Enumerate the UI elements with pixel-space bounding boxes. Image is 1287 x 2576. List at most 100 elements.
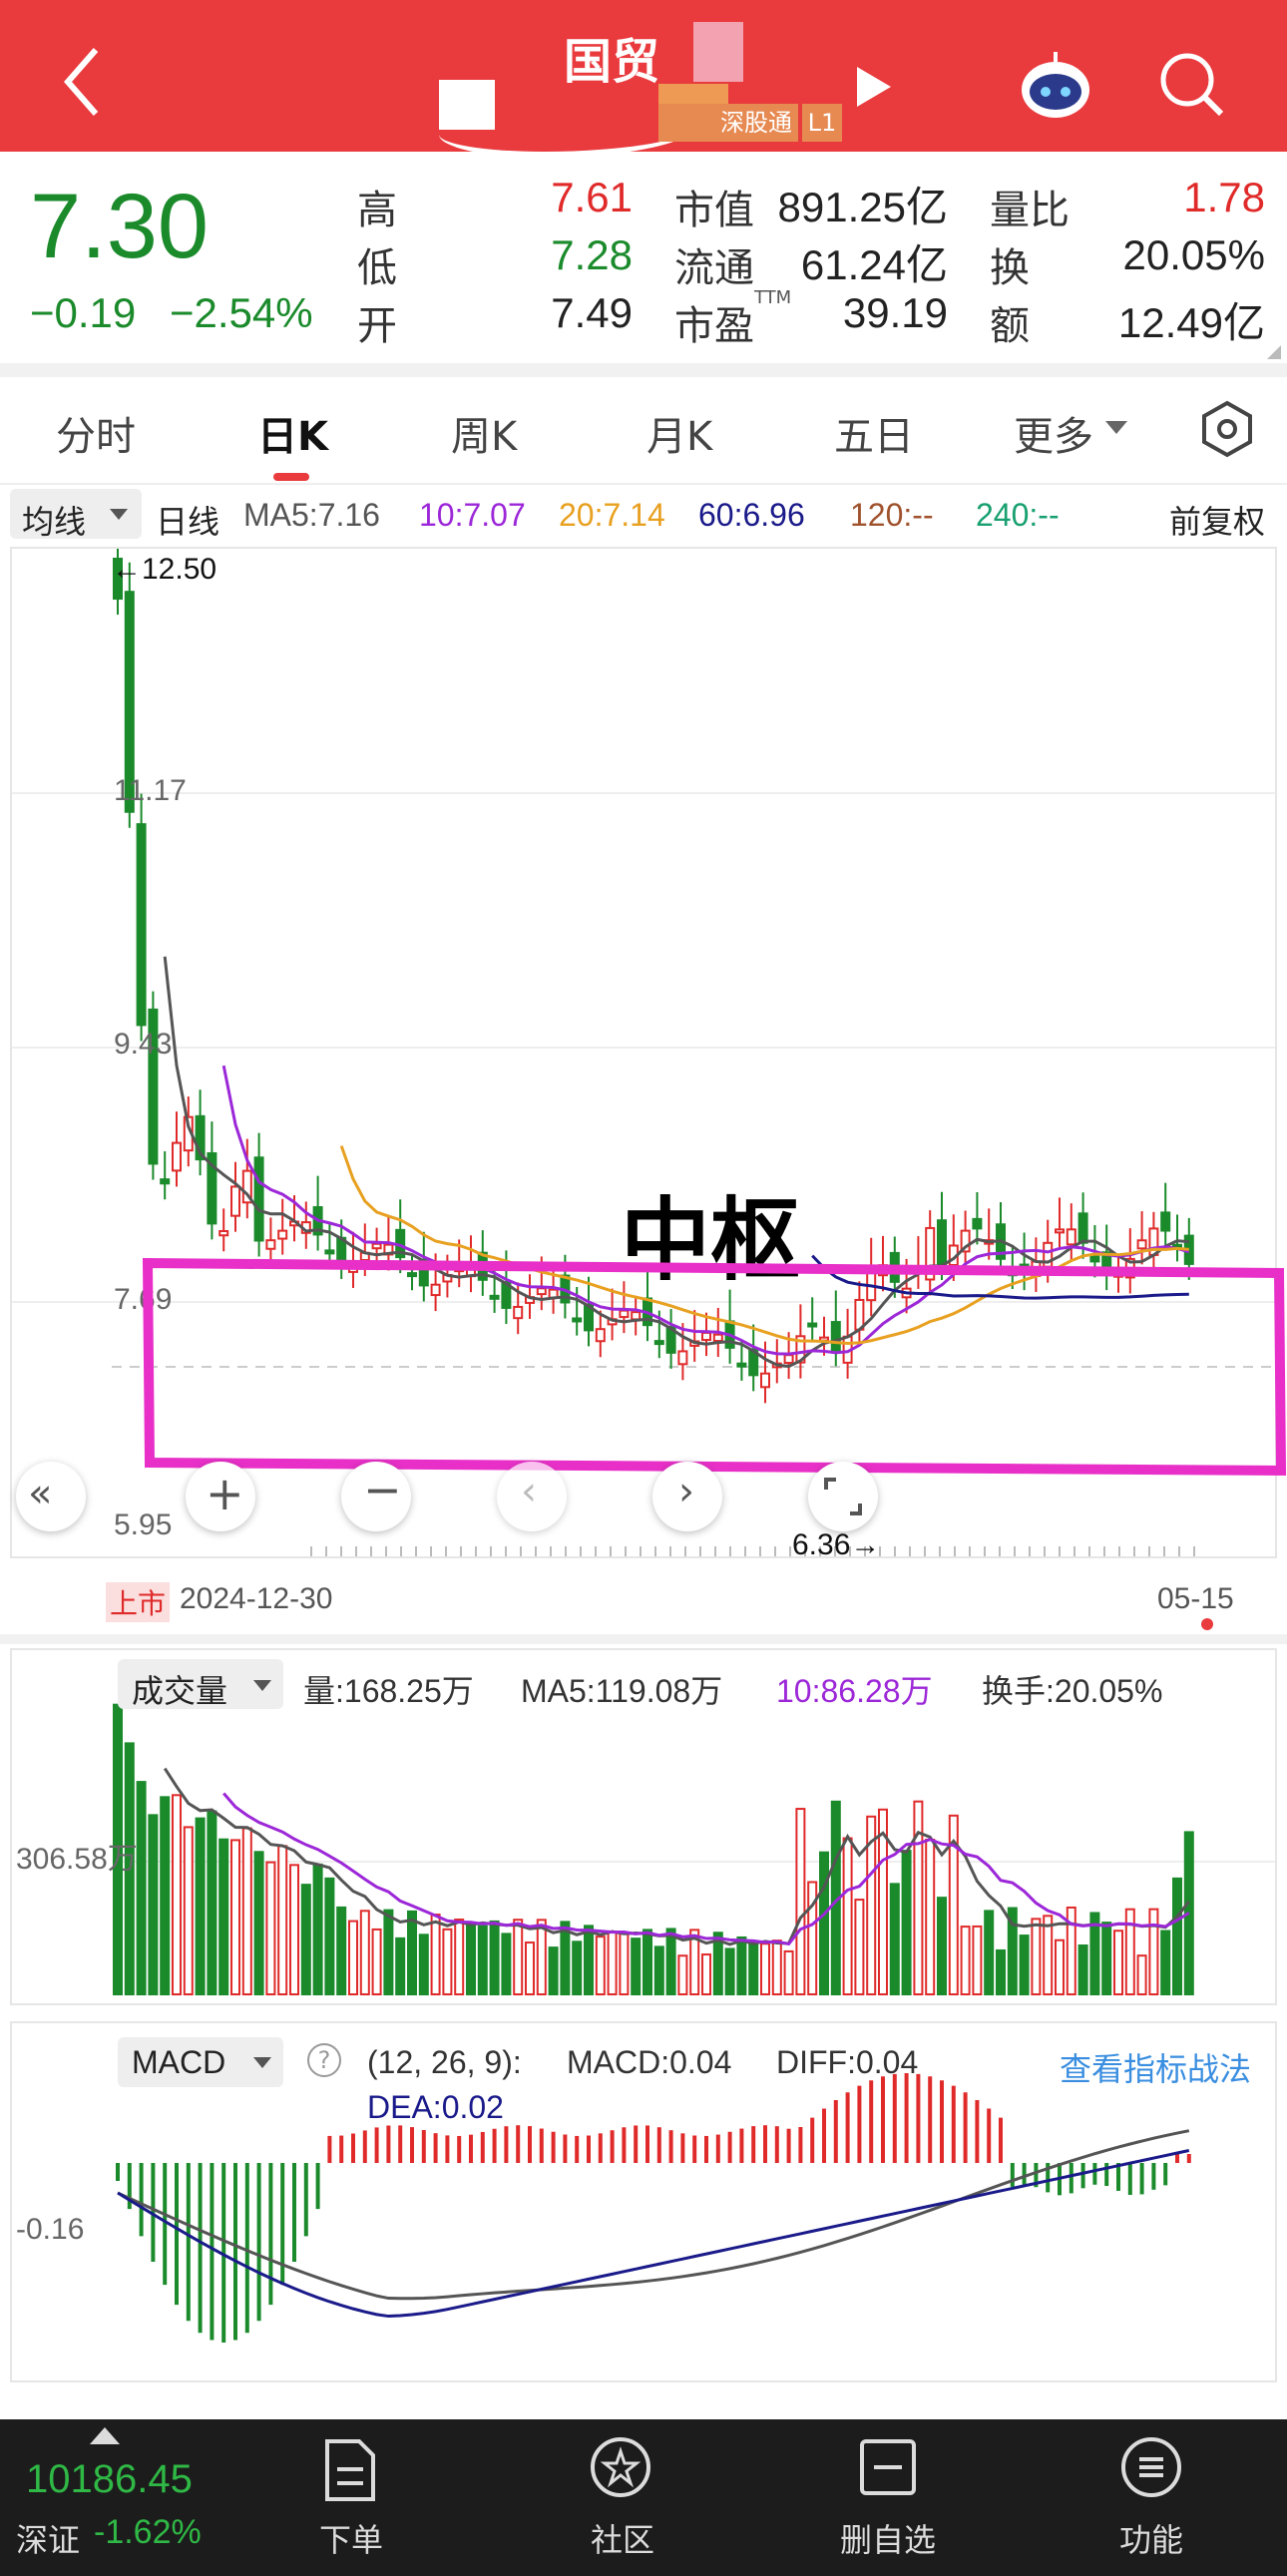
volume-y-label: 306.58万 xyxy=(16,1843,138,1876)
volume-bar xyxy=(289,1864,299,1995)
volume-value: 量:168.25万 xyxy=(303,1673,474,1709)
functions-button[interactable]: 功能 xyxy=(1097,2515,1205,2561)
macd-params: (12, 26, 9): xyxy=(367,2044,522,2080)
volume-bar xyxy=(1160,1930,1171,1996)
volume-bar xyxy=(1055,1938,1065,1995)
ma10-value: 10:7.07 xyxy=(419,497,526,533)
volume-bar xyxy=(536,1919,547,1995)
assistant-robot-icon[interactable] xyxy=(1018,50,1093,122)
volume-bar xyxy=(312,1863,323,1995)
volume-bar xyxy=(195,1817,206,1995)
candle-body xyxy=(230,1185,240,1217)
diff-line xyxy=(117,2129,1190,2301)
period-label: 日线 xyxy=(156,504,220,540)
turnover-label: 换 xyxy=(990,245,1030,291)
back-arrow-icon[interactable] xyxy=(60,42,110,122)
min-price-marker: 6.36→ xyxy=(792,1528,881,1561)
tab-more[interactable]: 更多 xyxy=(1014,404,1093,462)
volume-bar xyxy=(984,1910,995,1996)
volume-bar xyxy=(1019,1934,1030,1995)
settings-hexagon-icon[interactable] xyxy=(1197,399,1257,459)
section-divider xyxy=(0,363,1287,377)
volume-bar xyxy=(771,1939,782,1995)
high-value: 7.61 xyxy=(551,174,633,220)
price-adjust-toggle[interactable]: 前复权 xyxy=(1169,497,1265,543)
volume-bar xyxy=(783,1949,794,1996)
next-stock-icon[interactable] xyxy=(853,65,893,109)
volume-bar xyxy=(207,1810,217,1995)
volume-bar xyxy=(1113,1930,1123,1996)
volume-bar xyxy=(1101,1922,1112,1995)
macd-value: MACD:0.04 xyxy=(567,2044,732,2080)
place-order-button[interactable]: 下单 xyxy=(299,2515,403,2561)
candle-body xyxy=(972,1217,983,1230)
candle-body xyxy=(1055,1228,1065,1234)
price-change: −0.19 xyxy=(30,289,137,336)
index-value[interactable]: 10186.45 xyxy=(26,2457,193,2502)
candle-body xyxy=(1160,1211,1171,1232)
volume-bar xyxy=(477,1925,488,1995)
level-tag: L1 xyxy=(802,104,842,142)
volume-bar xyxy=(595,1935,606,1995)
volume-bar xyxy=(889,1883,900,1995)
volume-bar xyxy=(736,1935,747,1996)
ma60-value: 60:6.96 xyxy=(698,497,805,533)
candle-body xyxy=(172,1141,182,1172)
redaction-block xyxy=(693,22,743,82)
volume-bar xyxy=(677,1954,688,1995)
help-icon[interactable]: ? xyxy=(307,2043,341,2077)
remove-from-watchlist-button[interactable]: 删自选 xyxy=(824,2515,952,2561)
y-axis-label: 11.17 xyxy=(114,774,187,807)
volume-bar xyxy=(1043,1915,1054,1995)
volume-bar xyxy=(371,1928,382,1996)
volume-bar xyxy=(760,1942,770,1995)
volume-bar xyxy=(996,1948,1006,1995)
volume-bar xyxy=(241,1827,252,1995)
stock-name: 国贸 xyxy=(564,34,660,90)
tab-intraday[interactable]: 分时 xyxy=(56,404,136,462)
tab-monthly-k[interactable]: 月K xyxy=(646,404,712,462)
volume-bar xyxy=(913,1800,924,1995)
volume-bar xyxy=(253,1851,264,1995)
volume-bar xyxy=(300,1884,311,1995)
tab-five-day[interactable]: 五日 xyxy=(834,404,914,462)
pe-label: 市盈 xyxy=(674,303,754,349)
volume-bar xyxy=(1031,1918,1042,1995)
open-label: 开 xyxy=(357,303,397,349)
volume-bar xyxy=(442,1928,453,1996)
volume-bar xyxy=(619,1932,630,1996)
volume-bar xyxy=(430,1914,441,1995)
chevron-down-icon xyxy=(110,509,128,520)
volume-bar xyxy=(631,1937,642,1995)
expand-icon xyxy=(824,1478,862,1515)
chevron-left-icon: ‹ xyxy=(521,1469,537,1514)
high-label: 高 xyxy=(357,188,397,233)
volume-bar xyxy=(218,1838,229,1995)
ma-dropdown-label: 均线 xyxy=(22,504,87,540)
volume-bar xyxy=(136,1781,147,1995)
volume-bar xyxy=(1077,1944,1088,1995)
ma20-value: 20:7.14 xyxy=(559,497,665,533)
section-divider xyxy=(0,1634,1287,1644)
tab-daily-k[interactable]: 日K xyxy=(257,404,328,462)
volume-bar xyxy=(724,1947,735,1996)
community-button[interactable]: 社区 xyxy=(571,2515,674,2561)
volume-bar xyxy=(572,1940,583,1995)
candle-body xyxy=(371,1242,382,1250)
amount-value: 12.49亿 xyxy=(1117,299,1265,346)
search-icon[interactable] xyxy=(1157,50,1227,120)
volume-bar xyxy=(842,1837,853,1995)
expand-up-icon[interactable] xyxy=(90,2427,120,2445)
volume-ratio-label: 量比 xyxy=(990,188,1070,233)
mcap-value: 891.25亿 xyxy=(777,184,948,230)
volume-bar xyxy=(324,1877,335,1995)
indicator-strategy-link[interactable]: 查看指标战法 xyxy=(1060,2044,1251,2090)
bottom-action-bar: 10186.45 深证 -1.62% 下单 社区 删自选 功能 xyxy=(0,2419,1287,2576)
y-axis-label: 9.43 xyxy=(114,1028,173,1061)
pivot-zone-box xyxy=(142,1257,1287,1477)
open-value: 7.49 xyxy=(551,289,633,336)
price-change-pct: −2.54% xyxy=(170,289,313,336)
volume-bar xyxy=(489,1920,500,1995)
minus-icon: − xyxy=(363,1463,402,1516)
tab-weekly-k[interactable]: 周K xyxy=(451,404,517,462)
